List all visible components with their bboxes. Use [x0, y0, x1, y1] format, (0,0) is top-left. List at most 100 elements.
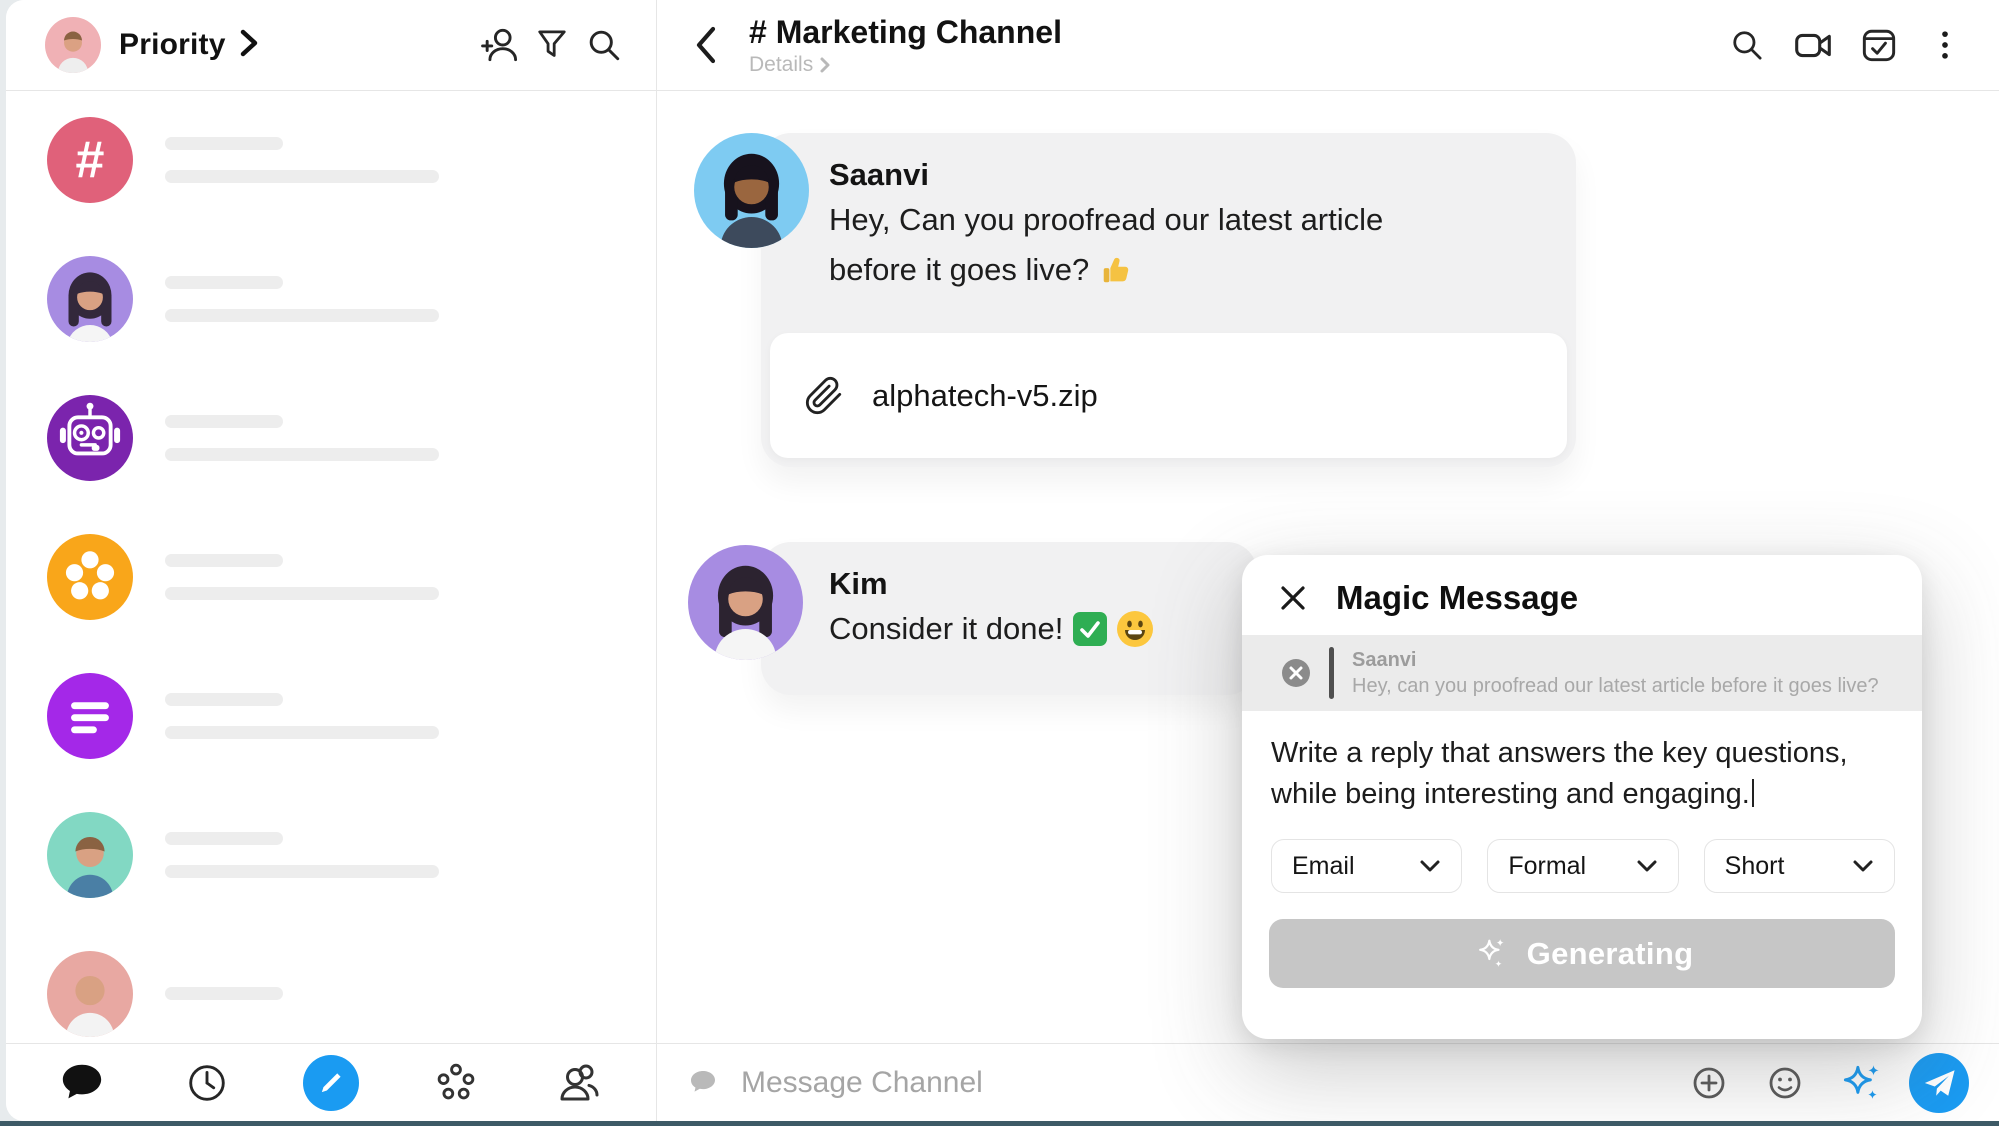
check-mark-button-emoji — [1073, 612, 1107, 646]
emoji-icon[interactable] — [1757, 1055, 1813, 1111]
message-text-line: Consider it done! — [829, 604, 1227, 654]
chats-tab-icon[interactable] — [54, 1055, 110, 1111]
skeleton-lines — [165, 832, 439, 878]
add-icon[interactable] — [1681, 1055, 1737, 1111]
video-call-icon[interactable] — [1787, 19, 1839, 71]
close-icon[interactable] — [1276, 581, 1310, 615]
sidebar-nav — [6, 1044, 657, 1121]
message-sender-name: Saanvi — [829, 155, 1546, 195]
robot-icon — [47, 395, 133, 481]
message-input[interactable]: Message Channel — [687, 1066, 1681, 1100]
tone-select[interactable]: Formal — [1487, 839, 1678, 893]
list-item-notes[interactable] — [6, 646, 656, 785]
compose-button[interactable] — [303, 1055, 359, 1111]
window-edge — [0, 1121, 1999, 1126]
quote-stripe — [1329, 647, 1334, 699]
skeleton-lines — [165, 137, 439, 183]
skeleton-lines — [165, 554, 439, 600]
chevron-down-icon — [1417, 857, 1443, 875]
message-saanvi: Saanvi Hey, Can you proofread our latest… — [761, 133, 1576, 467]
prompt-input[interactable]: Write a reply that answers the key quest… — [1271, 733, 1888, 815]
dots-cluster-avatar — [47, 534, 133, 620]
list-item-member[interactable] — [6, 924, 656, 1044]
quote-sender-name: Saanvi — [1352, 647, 1879, 673]
app-window: Priority — [6, 0, 1999, 1121]
bottom-bar: Message Channel — [6, 1043, 1999, 1121]
chat-area: Saanvi Hey, Can you proofread our latest… — [657, 90, 1999, 1044]
list-item-member[interactable] — [6, 785, 656, 924]
skeleton-lines — [165, 276, 439, 322]
channel-header: # Marketing Channel Details — [657, 0, 1999, 90]
message-type-select[interactable]: Email — [1271, 839, 1462, 893]
back-button[interactable] — [691, 19, 735, 71]
channel-details-label: Details — [749, 53, 813, 77]
channel-title-block: # Marketing Channel Details — [749, 14, 1062, 77]
add-contact-button[interactable] — [474, 19, 526, 71]
message-kim: Kim Consider it done! — [761, 542, 1257, 695]
content: # — [6, 90, 1999, 1044]
member-avatar — [47, 812, 133, 898]
text-cursor — [1752, 779, 1754, 807]
send-button[interactable] — [1909, 1053, 1969, 1113]
dots-cluster-icon — [47, 534, 133, 620]
prompt-line: Write a reply that answers the key quest… — [1271, 733, 1888, 774]
message-input-placeholder: Message Channel — [741, 1066, 983, 1100]
history-tab-icon[interactable] — [179, 1055, 235, 1111]
list-item-channel[interactable]: # — [6, 90, 656, 229]
message-bubble-icon — [687, 1067, 719, 1099]
message-text-line: before it goes live? — [829, 245, 1546, 295]
message-type-value: Email — [1292, 852, 1355, 881]
length-value: Short — [1725, 852, 1785, 881]
member-avatar — [47, 256, 133, 342]
generating-button[interactable]: Generating — [1269, 919, 1895, 988]
paperclip-icon — [804, 376, 844, 416]
length-select[interactable]: Short — [1704, 839, 1895, 893]
contacts-tab-icon[interactable] — [552, 1055, 608, 1111]
list-lines-avatar — [47, 673, 133, 759]
modal-header: Magic Message — [1242, 555, 1922, 635]
sparkle-icon — [1471, 934, 1511, 974]
chevron-down-icon — [1850, 857, 1876, 875]
user-avatar-illustration — [45, 17, 101, 73]
saanvi-avatar-illustration — [694, 133, 809, 248]
conversation-list: # — [6, 90, 657, 1044]
list-item-member[interactable] — [6, 229, 656, 368]
sidebar-title[interactable]: Priority — [119, 28, 226, 62]
paper-plane-icon — [1922, 1066, 1956, 1100]
chevron-down-icon — [1634, 857, 1660, 875]
quoted-message: Saanvi Hey, can you proofread our latest… — [1242, 635, 1922, 711]
chevron-right-icon — [819, 56, 831, 74]
attachment-filename: alphatech-v5.zip — [872, 378, 1098, 414]
filter-button[interactable] — [526, 19, 578, 71]
bald-man-avatar-illustration — [47, 951, 133, 1037]
quote-text: Hey, can you proofread our latest articl… — [1352, 673, 1879, 699]
search-button[interactable] — [578, 19, 630, 71]
magic-message-modal: Magic Message Saanvi Hey, can you proofr… — [1242, 555, 1922, 1039]
channel-details-link[interactable]: Details — [749, 53, 1062, 77]
attachment-card[interactable]: alphatech-v5.zip — [770, 333, 1567, 458]
remove-quote-button[interactable] — [1281, 658, 1311, 688]
chevron-right-icon[interactable] — [238, 28, 260, 63]
hash-icon: # — [76, 134, 105, 186]
modal-title: Magic Message — [1336, 579, 1578, 617]
kim-avatar[interactable] — [688, 545, 803, 660]
composer-actions — [1681, 1053, 1969, 1113]
search-icon[interactable] — [1721, 19, 1773, 71]
member-avatar — [47, 951, 133, 1037]
top-bar: Priority — [6, 0, 1999, 91]
apps-tab-icon[interactable] — [428, 1055, 484, 1111]
list-item-group[interactable] — [6, 507, 656, 646]
tasks-icon[interactable] — [1853, 19, 1905, 71]
list-item-bot[interactable] — [6, 368, 656, 507]
more-menu-icon[interactable] — [1919, 19, 1971, 71]
thumbs-up-emoji — [1099, 253, 1133, 287]
saanvi-avatar[interactable] — [694, 133, 809, 248]
composer-bar: Message Channel — [657, 1044, 1999, 1121]
tone-value: Formal — [1508, 852, 1586, 881]
magic-sparkle-icon[interactable] — [1833, 1055, 1889, 1111]
list-lines-icon — [47, 673, 133, 759]
user-avatar[interactable] — [45, 17, 101, 73]
prompt-line: while being interesting and engaging. — [1271, 774, 1888, 815]
bot-avatar — [47, 395, 133, 481]
message-sender-name: Kim — [829, 564, 1227, 604]
